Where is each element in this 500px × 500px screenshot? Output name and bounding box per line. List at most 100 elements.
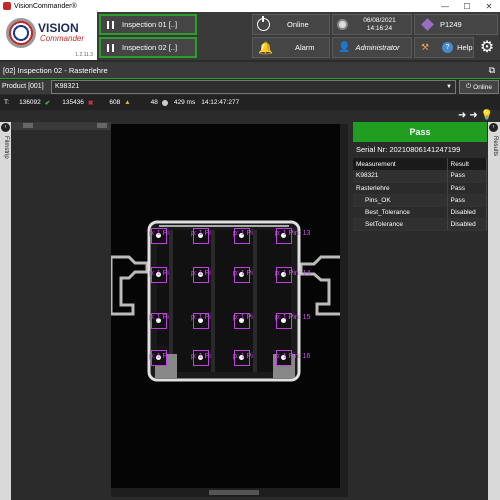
pin-label: p: 1 Pi	[191, 314, 211, 321]
arrow-right-icon[interactable]: ➜	[469, 110, 477, 121]
settings-gear-icon[interactable]: ⚙	[476, 35, 498, 58]
product-label: Product [001]	[0, 80, 51, 94]
alarm-button[interactable]: 🔔 Alarm	[252, 37, 330, 58]
table-row[interactable]: Pins_OK Pass	[353, 194, 487, 207]
pin-label: p: 1 Pi	[233, 270, 253, 277]
datetime-display: 06/08/2021 14:16:24	[332, 14, 412, 35]
pin-label: p: 1 Pi	[149, 270, 169, 277]
station-icon	[421, 18, 434, 31]
pin-label: p: 1 Pin: 13	[275, 230, 311, 237]
user-button[interactable]: 👤 Administrator	[332, 37, 412, 58]
header-toolbar: VISION Commander 1.2.11.3 Inspection 01 …	[0, 12, 500, 60]
tools-icon: ⚒	[421, 42, 430, 52]
pass-count: 135436	[62, 99, 84, 106]
chevron-left-icon[interactable]: ‹	[1, 123, 10, 132]
clock-icon	[337, 19, 348, 30]
pause-icon	[107, 43, 114, 52]
pin-label: p: 1 Pi	[149, 353, 169, 360]
column-header-measurement[interactable]: Measurement	[353, 158, 448, 170]
measurement-result: Pass	[447, 170, 487, 183]
time-text: 14:16:24	[366, 24, 393, 32]
chevron-right-icon[interactable]: ›	[489, 123, 498, 132]
window-titlebar: VisionCommander® — ☐ ✕	[0, 0, 500, 12]
date-text: 06/08/2021	[363, 16, 396, 24]
help-label: Help	[457, 43, 473, 52]
inspection-01-button[interactable]: Inspection 01 [..]	[99, 14, 197, 35]
measurement-result: Pass	[447, 194, 487, 207]
external-link-icon[interactable]: ⧉	[489, 65, 495, 76]
warning-icon: ▲	[124, 99, 131, 106]
product-value: K98321	[55, 83, 80, 90]
window-controls: — ☐ ✕	[434, 2, 500, 11]
inspection-01-label: Inspection 01 [..]	[122, 20, 178, 29]
close-button[interactable]: ✕	[478, 2, 500, 11]
image-viewer[interactable]: p: 1 Pi p: 1 Pi p: 1 Pi p: 1 Pin: 13 p: …	[111, 124, 340, 488]
serial-number: Serial Nr: 20210806141247199	[356, 145, 461, 154]
measurement-name: Best_Tolerance	[353, 206, 448, 219]
measurement-name: K98321	[353, 170, 448, 183]
user-name: Administrator	[355, 43, 400, 52]
filmstrip-toggle-strip[interactable]: ‹ Filmstrip	[0, 122, 11, 500]
product-select[interactable]: K98321 ▼	[51, 80, 456, 94]
arrow-left-icon[interactable]: ➜	[458, 110, 466, 121]
station-display: P1249	[414, 14, 498, 35]
warn-count: 608	[109, 99, 121, 106]
inspection-title: [02] Inspection 02 - Rasterlehre	[3, 65, 108, 75]
inspection-02-button[interactable]: Inspection 02 [..]	[99, 37, 197, 58]
status-dot-icon	[161, 99, 168, 106]
results-toggle-strip[interactable]: › Results	[488, 122, 500, 500]
logo-ring-icon	[6, 18, 36, 48]
pin-label: p: 1 Pi	[191, 353, 211, 360]
pin-label: p: 1 Pin: 15	[275, 314, 311, 321]
viewer-horizontal-scrollbar[interactable]	[111, 488, 348, 497]
help-icon: ?	[442, 42, 454, 53]
bulb-icon[interactable]: 💡	[481, 110, 493, 121]
pin-label: p: 1 Pi	[191, 230, 211, 237]
inspection-title-bar: [02] Inspection 02 - Rasterlehre ⧉	[0, 62, 500, 79]
maximize-button[interactable]: ☐	[456, 2, 478, 11]
pin-label: p: 1 Pi	[149, 230, 169, 237]
results-panel: Pass Serial Nr: 20210806141247199 Measur…	[353, 122, 487, 498]
pause-icon	[107, 20, 114, 29]
viewer-vertical-scrollbar[interactable]	[340, 124, 348, 488]
app-icon	[3, 2, 11, 10]
table-row[interactable]: Best_Tolerance Disabled	[353, 206, 487, 219]
stats-prefix: T:	[4, 99, 10, 106]
user-icon: 👤	[338, 42, 351, 53]
table-row[interactable]: Rasterlehre Pass	[353, 182, 487, 195]
online-button[interactable]: Online	[252, 14, 330, 35]
inspection-02-label: Inspection 02 [..]	[122, 43, 178, 52]
check-icon: ✔	[44, 99, 51, 107]
vision-commander-logo: VISION Commander 1.2.11.3	[0, 12, 97, 60]
filmstrip-tab[interactable]	[97, 123, 107, 128]
measurement-name: Rasterlehre	[353, 182, 448, 195]
pin-label: p: 1 Pi	[191, 270, 211, 277]
app-version: 1.2.11.3	[75, 52, 93, 58]
pin-label: p: 1 Pin: 14	[275, 270, 311, 277]
minimize-button[interactable]: —	[434, 2, 456, 11]
measurement-name: Pins_OK	[353, 194, 448, 207]
measurement-result: Pass	[447, 182, 487, 195]
results-label: Results	[492, 136, 498, 157]
help-button[interactable]: ⚒ ? Help	[414, 37, 474, 58]
table-row[interactable]: K98321 Pass	[353, 170, 487, 183]
pin-label: p: 1 Pi	[149, 314, 169, 321]
power-icon: ⏻	[466, 83, 472, 90]
inspection-image	[111, 124, 340, 488]
table-row[interactable]: SetTolerance Disabled	[353, 218, 487, 231]
statistics-bar: T: 136092 ✔ 135436 ✖ 608 ▲ 48 429 ms 14:…	[0, 95, 500, 110]
filmstrip-header	[11, 122, 111, 130]
column-header-result[interactable]: Result	[447, 158, 487, 170]
window-title: VisionCommander®	[14, 2, 77, 10]
filmstrip-panel	[11, 122, 111, 500]
measurement-result: Disabled	[447, 206, 487, 219]
filmstrip-tab[interactable]	[23, 123, 33, 128]
results-table: Measurement Result K98321 Pass Rasterleh…	[353, 158, 487, 231]
total-count: 136092	[19, 99, 41, 106]
logo-text-vision: VISION	[38, 21, 79, 35]
product-online-label: Online	[473, 83, 492, 91]
product-online-button[interactable]: ⏻ Online	[459, 80, 499, 94]
logo-text-commander: Commander	[40, 34, 85, 43]
scrollbar-thumb[interactable]	[209, 490, 259, 495]
filmstrip-label: Filmstrip	[3, 136, 9, 159]
